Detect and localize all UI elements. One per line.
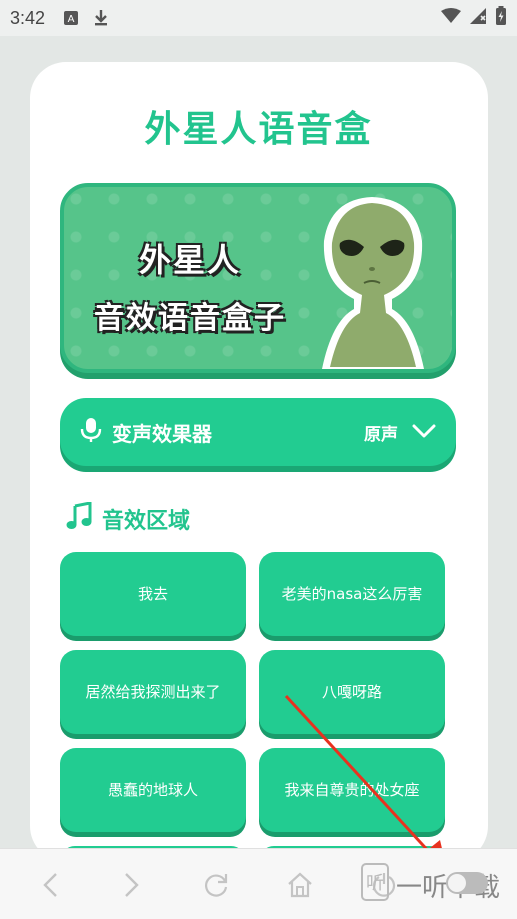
voice-changer-select[interactable]: 变声效果器 原声: [60, 398, 456, 466]
sound-section-header: 音效区域: [66, 501, 191, 536]
page-title: 外星人语音盒: [144, 109, 373, 150]
font-notification-icon: A: [63, 10, 79, 26]
sound-button[interactable]: 愚蠢的地球人: [60, 748, 246, 832]
hero-banner: 外星人 音效语音盒子: [60, 183, 456, 373]
toggle-switch[interactable]: [446, 872, 488, 894]
voice-changer-value: 原声: [364, 424, 398, 445]
back-icon[interactable]: [32, 867, 68, 903]
forward-icon[interactable]: [114, 867, 150, 903]
sound-button[interactable]: 居然给我探测出来了: [60, 650, 246, 734]
chevron-down-icon: [412, 423, 436, 442]
signal-icon: [469, 7, 487, 29]
home-icon[interactable]: [282, 867, 318, 903]
toggle-knob: [448, 874, 466, 892]
banner-line-1: 外星人: [138, 241, 241, 279]
sound-section-title: 音效区域: [102, 509, 191, 534]
download-icon: [93, 9, 109, 27]
sound-button[interactable]: 老美的nasa这么厉害: [259, 552, 445, 636]
watermark-logo-icon: 听: [360, 862, 390, 909]
music-note-icon: [66, 501, 92, 536]
microphone-icon: [80, 417, 102, 447]
status-time: 3:42: [10, 7, 46, 28]
svg-text:听: 听: [366, 873, 384, 894]
wifi-icon: [441, 8, 461, 28]
sound-button[interactable]: 我去: [60, 552, 246, 636]
alien-image: [322, 197, 424, 369]
battery-charging-icon: [495, 6, 507, 30]
refresh-icon[interactable]: [198, 867, 234, 903]
banner-line-2: 音效语音盒子: [94, 301, 286, 336]
status-bar: 3:42 A: [0, 0, 517, 36]
voice-changer-label: 变声效果器: [112, 421, 212, 446]
svg-text:A: A: [68, 14, 75, 25]
